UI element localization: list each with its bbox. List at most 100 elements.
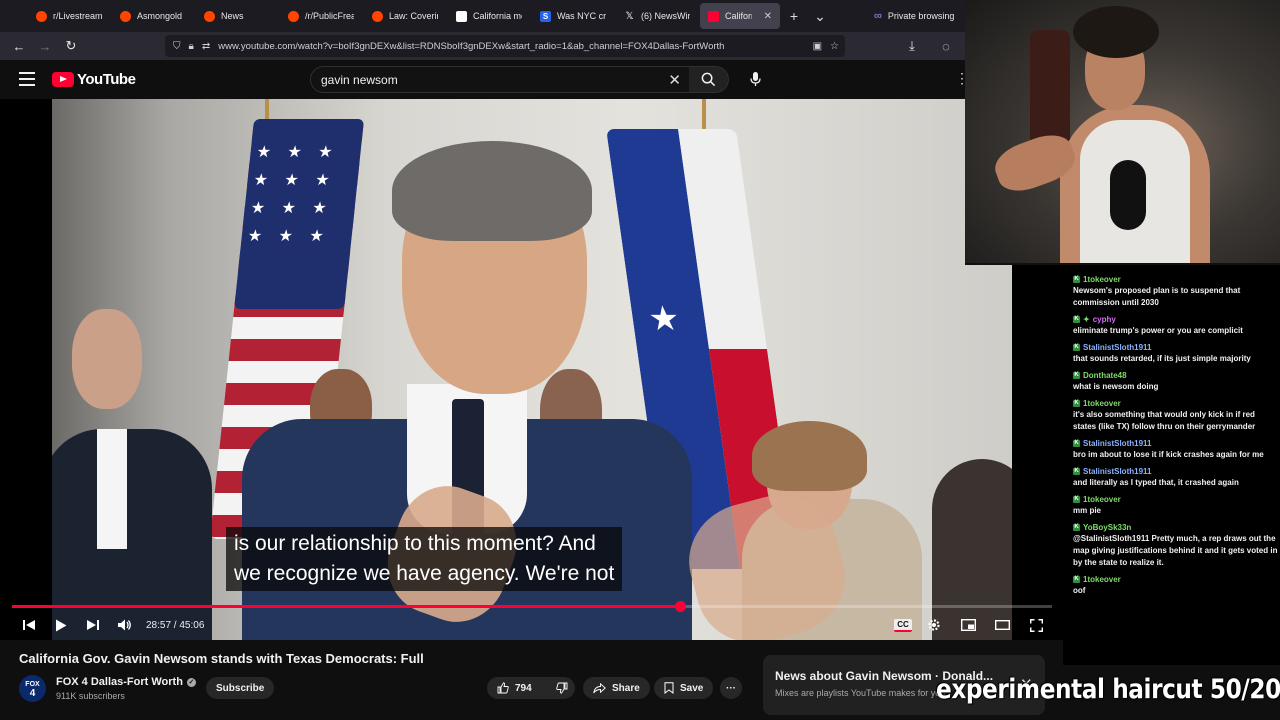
theater-mode-icon[interactable] — [985, 620, 1019, 630]
share-button[interactable]: Share — [583, 677, 650, 699]
reader-view-icon[interactable]: ▣ — [813, 41, 822, 52]
lock-icon[interactable]: 🔒︎ — [189, 41, 194, 52]
time-total: 45:06 — [179, 619, 205, 631]
chat-username[interactable]: cyphy — [1093, 315, 1116, 324]
search-query[interactable]: gavin newsom — [321, 73, 398, 87]
save-label: Save — [680, 682, 704, 694]
clear-search-icon[interactable]: ✕ — [668, 71, 681, 89]
browser-tab[interactable]: Law: Covering — [364, 3, 446, 29]
previous-icon[interactable] — [20, 619, 38, 631]
extensions-icon[interactable]: ◌ — [933, 39, 959, 54]
chat-username[interactable]: 1tokeover — [1083, 399, 1121, 408]
chat-user-row: K StalinistSloth1911 — [1073, 341, 1280, 353]
browser-tab[interactable]: News — [196, 3, 278, 29]
miniplayer-icon[interactable] — [951, 619, 985, 631]
search-input[interactable]: gavin newsom ✕ — [310, 66, 690, 93]
list-all-tabs-button[interactable]: ⌄ — [808, 8, 832, 25]
tab-label: Asmongold — [137, 11, 183, 21]
close-tab-icon[interactable]: ✕ — [764, 11, 772, 22]
chat-message: K 1tokeover oof — [1073, 573, 1280, 597]
browser-tab[interactable]: S Was NYC crim — [532, 3, 614, 29]
bookmark-star-icon[interactable]: ☆ — [830, 41, 839, 52]
chat-username[interactable]: StalinistSloth1911 — [1083, 343, 1151, 352]
stream-overlay-text: experimental haircut 50/200 — [936, 674, 1280, 705]
chat-message: K StalinistSloth1911 that sounds retarded,… — [1073, 341, 1280, 365]
voice-search-button[interactable] — [741, 66, 769, 93]
video-player[interactable]: ★ is our relationship to this moment? An… — [0, 99, 1063, 640]
back-arrow-icon[interactable]: ← — [6, 39, 32, 54]
tab-list: r/LivestreamFa Asmongold News/r/PublicFrea… — [28, 3, 780, 29]
fullscreen-icon[interactable] — [1019, 618, 1053, 632]
chat-badge-icon: K — [1073, 523, 1080, 531]
share-label: Share — [612, 682, 640, 694]
tab-label: /r/PublicFreak — [305, 11, 354, 21]
downloads-icon[interactable]: ⤓ — [899, 38, 925, 54]
chat-message: K 1tokeover it's also something that would… — [1073, 397, 1280, 433]
chat-username[interactable]: 1tokeover — [1083, 575, 1121, 584]
channel-name-link[interactable]: FOX 4 Dallas-Fort Worth ✓ — [56, 676, 196, 688]
settings-gear-icon[interactable] — [917, 618, 951, 632]
browser-tab[interactable]: California G ✕ — [700, 3, 780, 29]
chat-badge-icon: K — [1073, 275, 1080, 283]
progress-bar[interactable] — [12, 601, 1052, 612]
chat-message: K ✦ cyphy eliminate trump's power or you ar… — [1073, 313, 1280, 337]
chat-user-row: K StalinistSloth1911 — [1073, 465, 1280, 477]
dislike-button[interactable] — [555, 682, 568, 694]
url-text[interactable]: www.youtube.com/watch?v=boIf3gnDEXw&list… — [218, 41, 804, 52]
menu-icon[interactable] — [19, 72, 35, 86]
share-arrow-icon — [593, 682, 606, 693]
youtube-logo[interactable]: YouTube — [52, 71, 136, 88]
tab-label: California mov — [473, 11, 522, 21]
shield-icon[interactable]: ⛉ — [173, 41, 181, 52]
channel-name[interactable]: FOX 4 Dallas-Fort Worth — [56, 676, 183, 688]
tab-label: (6) NewsWire — [641, 11, 690, 21]
player-controls: 28:57 / 45:06 CC — [0, 611, 1063, 639]
browser-tab[interactable]: r/LivestreamFa — [28, 3, 110, 29]
background-coat — [1030, 30, 1070, 150]
chat-username[interactable]: StalinistSloth1911 — [1083, 467, 1151, 476]
reload-icon[interactable]: ↻ — [58, 38, 84, 54]
browser-tab[interactable]: /r/PublicFreak — [280, 3, 362, 29]
tab-label: Law: Covering — [389, 11, 438, 21]
chat-username[interactable]: Donthate48 — [1083, 371, 1127, 380]
address-bar[interactable]: ⛉ 🔒︎ ⇄ www.youtube.com/watch?v=boIf3gnDE… — [165, 35, 845, 57]
browser-nav-bar: ← → ↻ ⛉ 🔒︎ ⇄ www.youtube.com/watch?v=boI… — [0, 32, 965, 60]
time-display: 28:57 / 45:06 — [146, 620, 204, 631]
streamer-webcam — [965, 0, 1280, 265]
permissions-icon[interactable]: ⇄ — [202, 41, 210, 52]
new-tab-button[interactable]: + — [782, 8, 806, 24]
volume-icon[interactable] — [116, 619, 134, 631]
like-button[interactable]: 794 — [497, 682, 532, 694]
speaker-hair — [392, 141, 592, 241]
save-button[interactable]: Save — [654, 677, 714, 699]
search-icon — [701, 72, 716, 87]
browser-tab[interactable]: California mov — [448, 3, 530, 29]
chat-username[interactable]: StalinistSloth1911 — [1083, 439, 1151, 448]
like-dislike-group: 794 — [487, 677, 575, 699]
reddit-icon — [36, 10, 47, 22]
chat-text: eliminate trump's power or you are compl… — [1073, 326, 1243, 335]
microphone-icon — [749, 72, 761, 86]
private-mask-icon: ∞ — [874, 10, 882, 22]
chat-username[interactable]: 1tokeover — [1083, 495, 1121, 504]
search-button[interactable] — [689, 66, 729, 93]
channel-avatar[interactable]: FOX 4 — [19, 675, 46, 702]
subscribe-button[interactable]: Subscribe — [206, 677, 275, 699]
chat-username[interactable]: YoBoySk33n — [1083, 523, 1131, 532]
time-current: 28:57 — [146, 619, 172, 631]
youtube-play-icon — [52, 72, 74, 87]
semafor-icon: S — [540, 10, 551, 22]
chat-user-row: K Donthate48 — [1073, 369, 1280, 381]
play-icon[interactable] — [52, 619, 70, 632]
more-actions-button[interactable]: ··· — [720, 677, 742, 699]
chat-text: @StalinistSloth1911 Pretty much, a rep d… — [1073, 534, 1278, 567]
chat-username[interactable]: 1tokeover — [1083, 275, 1121, 284]
captions-button[interactable]: CC — [889, 618, 917, 632]
browser-tab[interactable]: 𝕏 (6) NewsWire — [616, 3, 698, 29]
chat-text: mm pie — [1073, 506, 1102, 515]
browser-tab[interactable]: Asmongold — [112, 3, 194, 29]
chat-message: K Donthate48 what is newsom doing — [1073, 369, 1280, 393]
x-icon: 𝕏 — [625, 10, 634, 22]
forward-arrow-icon[interactable]: → — [32, 39, 58, 54]
next-icon[interactable] — [84, 619, 102, 631]
